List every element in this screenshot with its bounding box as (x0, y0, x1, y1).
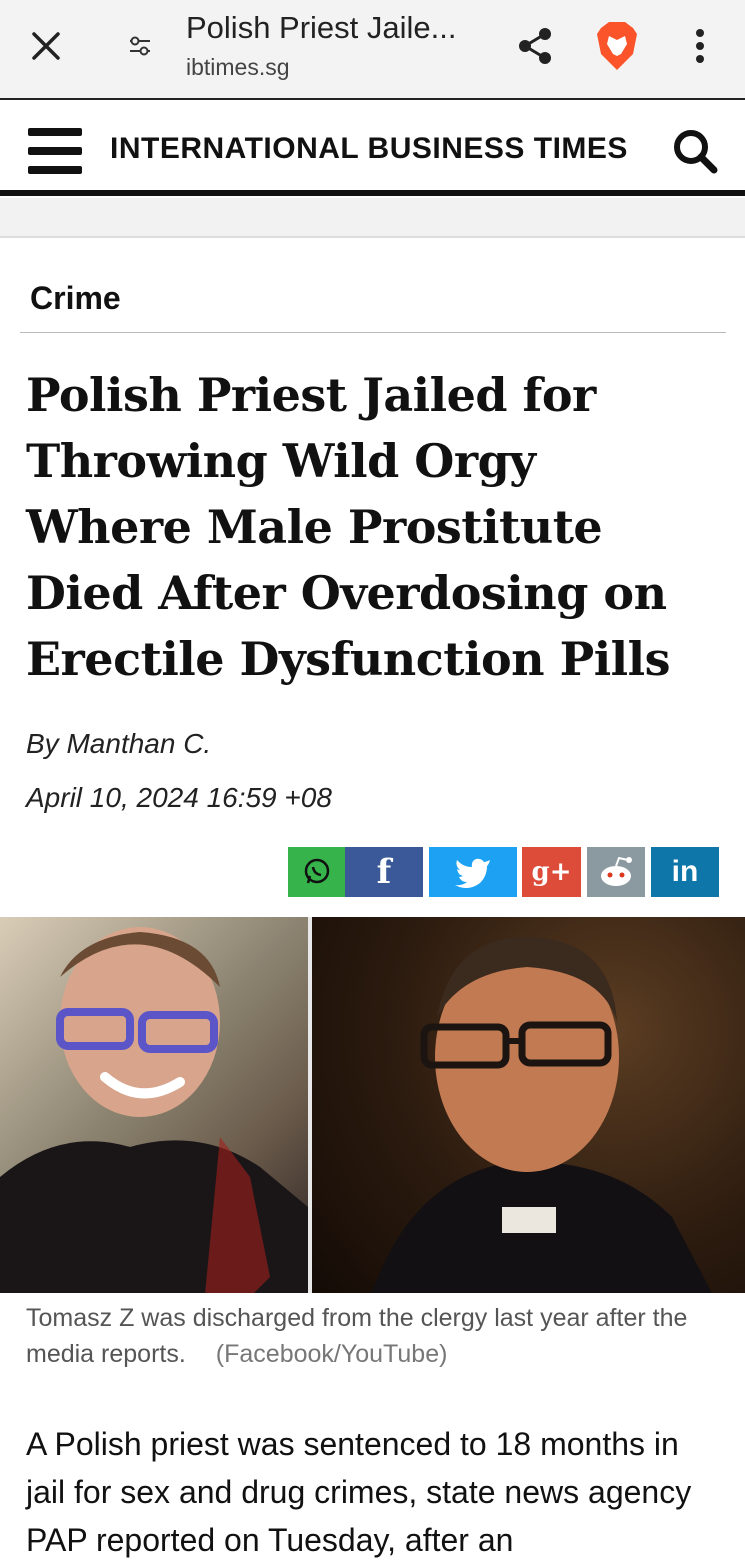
ad-band (0, 198, 745, 238)
caption-credit: (Facebook/YouTube) (215, 1340, 448, 1368)
article-photo[interactable] (0, 917, 745, 1293)
brave-shield-icon[interactable] (592, 18, 642, 74)
facebook-icon: f (376, 852, 392, 892)
page-url[interactable]: ibtimes.sg (186, 54, 290, 81)
site-header: INTERNATIONAL BUSINESS TIMES (0, 100, 745, 196)
facebook-share-button[interactable]: f (345, 847, 423, 897)
twitter-share-button[interactable] (429, 847, 517, 897)
article-byline: By Manthan C. (26, 728, 211, 760)
browser-toolbar: Polish Priest Jaile... ibtimes.sg (0, 0, 745, 100)
byline-prefix: By (26, 728, 59, 759)
linkedin-share-button[interactable]: in (651, 847, 719, 897)
tab-title[interactable]: Polish Priest Jaile... (186, 10, 486, 46)
close-icon[interactable] (22, 22, 70, 70)
share-icon[interactable] (510, 22, 560, 70)
article-body-paragraph: A Polish priest was sentenced to 18 mont… (26, 1426, 692, 1558)
menu-icon[interactable] (28, 128, 82, 174)
whatsapp-share-button[interactable] (288, 847, 345, 897)
photo-right-portrait (312, 917, 745, 1293)
article-date: April 10, 2024 16:59 +08 (26, 782, 332, 813)
twitter-icon (455, 858, 490, 888)
author-name[interactable]: Manthan C. (66, 728, 211, 759)
category-divider (20, 332, 726, 333)
site-logo[interactable]: INTERNATIONAL BUSINESS TIMES (110, 132, 628, 166)
googleplus-icon: g+ (531, 857, 572, 887)
reddit-share-button[interactable] (587, 847, 645, 897)
site-settings-icon[interactable] (118, 26, 162, 66)
googleplus-share-button[interactable]: g+ (522, 847, 581, 897)
search-icon[interactable] (672, 128, 718, 174)
whatsapp-icon (304, 858, 329, 884)
linkedin-icon: in (671, 855, 699, 888)
more-options-icon[interactable] (684, 22, 716, 70)
reddit-icon (601, 856, 632, 886)
photo-left-portrait (0, 917, 308, 1293)
photo-caption: Tomasz Z was discharged from the clergy … (26, 1300, 716, 1372)
article-headline: Polish Priest Jailed for Throwing Wild O… (26, 368, 671, 686)
article-category[interactable]: Crime (30, 280, 121, 317)
